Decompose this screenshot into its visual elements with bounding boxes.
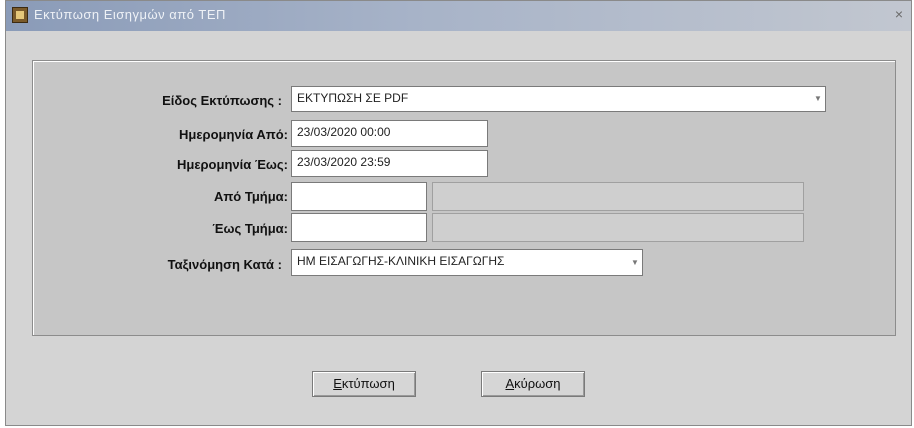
title-bar[interactable]: Εκτύπωση Εισηγμών από ΤΕΠ × — [6, 1, 911, 31]
dept-from-name-field — [432, 182, 804, 211]
print-button-label: κτύπωση — [341, 376, 395, 391]
dept-to-name-field — [432, 213, 804, 242]
dept-to-label: Έως Τμήμα: — [212, 221, 288, 236]
print-button-mnemonic: Ε — [333, 376, 342, 391]
print-type-select[interactable]: ΕΚΤΥΠΩΣΗ ΣΕ PDF ▼ — [291, 86, 826, 112]
date-to-label: Ημερομηνία Έως: — [177, 157, 288, 172]
date-from-input[interactable]: 23/03/2020 00:00 — [291, 120, 488, 147]
cancel-button-label: κύρωση — [514, 376, 561, 391]
dept-to-code-input[interactable] — [291, 213, 427, 242]
dept-from-label: Από Τμήμα: — [213, 189, 288, 204]
window-title: Εκτύπωση Εισηγμών από ΤΕΠ — [34, 7, 226, 22]
dept-from-code-input[interactable] — [291, 182, 427, 211]
app-icon — [12, 7, 28, 23]
dialog-window: Εκτύπωση Εισηγμών από ΤΕΠ × Είδος Εκτύπω… — [5, 0, 912, 426]
chevron-down-icon[interactable]: ▼ — [811, 87, 825, 111]
print-type-value: ΕΚΤΥΠΩΣΗ ΣΕ PDF — [297, 91, 409, 105]
date-from-label: Ημερομηνία Από: — [179, 127, 288, 142]
sort-by-label: Ταξινόμηση Κατά : — [167, 257, 282, 272]
sort-by-select[interactable]: ΗΜ ΕΙΣΑΓΩΓΗΣ-ΚΛΙΝΙΚΗ ΕΙΣΑΓΩΓΗΣ ▼ — [291, 249, 643, 276]
cancel-button-mnemonic: Α — [505, 376, 515, 391]
sort-by-value: ΗΜ ΕΙΣΑΓΩΓΗΣ-ΚΛΙΝΙΚΗ ΕΙΣΑΓΩΓΗΣ — [297, 254, 505, 268]
form-panel: Είδος Εκτύπωσης : ΕΚΤΥΠΩΣΗ ΣΕ PDF ▼ Ημερ… — [32, 60, 896, 336]
print-button[interactable]: Εκτύπωση — [312, 371, 416, 397]
print-type-label: Είδος Εκτύπωσης : — [162, 93, 282, 108]
date-to-input[interactable]: 23/03/2020 23:59 — [291, 150, 488, 177]
cancel-button[interactable]: Ακύρωση — [481, 371, 585, 397]
chevron-down-icon[interactable]: ▼ — [628, 250, 642, 275]
close-button[interactable]: × — [891, 5, 907, 23]
